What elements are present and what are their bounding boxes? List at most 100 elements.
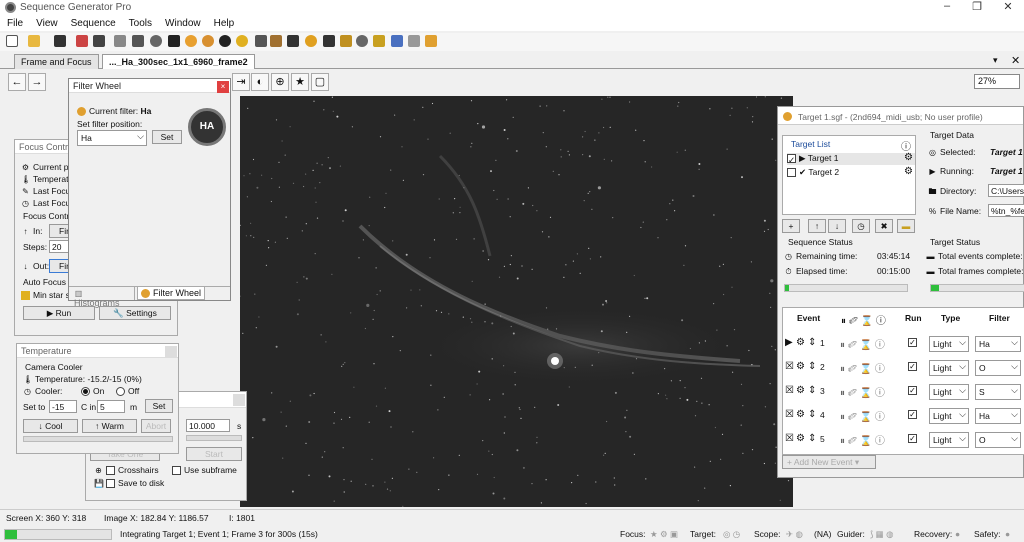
schedule-icon[interactable]: ◷ bbox=[852, 219, 870, 233]
event-row[interactable]: ☒⚙⇕ 3 ⏸ ✐ ⌛ ⓘ ✓ Light S bbox=[782, 381, 1024, 403]
save-icon[interactable] bbox=[54, 35, 66, 47]
crosshairs-checkbox[interactable] bbox=[106, 466, 115, 476]
cooler-off-radio[interactable] bbox=[116, 387, 125, 397]
menu-file[interactable]: File bbox=[0, 16, 29, 29]
gear-icon[interactable] bbox=[236, 35, 248, 47]
event-row[interactable]: ☒⚙⇕ 4 ⏸ ✐ ⌛ ⓘ ✓ Light Ha bbox=[782, 405, 1024, 427]
add-new-event-button[interactable]: + Add New Event ▾ bbox=[782, 455, 876, 469]
move-icon[interactable]: ⇕ bbox=[808, 409, 816, 420]
ramp-minutes-input[interactable]: 5 bbox=[97, 400, 125, 413]
menu-window[interactable]: Window bbox=[158, 16, 207, 29]
target-row[interactable]: ✔ Target 2 ⚙ bbox=[787, 166, 915, 179]
move-icon[interactable]: ⇕ bbox=[808, 361, 816, 372]
cooler-on-option[interactable]: On bbox=[81, 386, 104, 397]
target-list-info-icon[interactable]: ⓘ bbox=[901, 138, 911, 153]
cooler-on-radio[interactable] bbox=[81, 387, 90, 397]
gear-icon[interactable]: ⚙ bbox=[904, 152, 913, 163]
gear-icon[interactable]: ⚙ bbox=[796, 433, 805, 444]
gear-icon[interactable]: ⚙ bbox=[796, 385, 805, 396]
target-row[interactable]: ✓ ▶ Target 1 ⚙ bbox=[787, 152, 915, 165]
frame-view-icon[interactable]: ▢ bbox=[311, 73, 329, 91]
event-option-icons[interactable]: ⏸ ✐ ⌛ ⓘ bbox=[840, 336, 885, 351]
cool-button[interactable]: ↓ Cool bbox=[23, 419, 78, 433]
tab-filter-wheel[interactable]: Filter Wheel bbox=[137, 286, 205, 300]
filename-input[interactable]: %tn_%fe_ bbox=[988, 204, 1024, 217]
dome-icon[interactable] bbox=[287, 35, 299, 47]
gear-icon[interactable]: ⚙ bbox=[796, 409, 805, 420]
sun-icon[interactable] bbox=[185, 35, 197, 47]
forward-icon[interactable]: → bbox=[28, 73, 46, 91]
set-temp-input[interactable]: -15 bbox=[49, 400, 77, 413]
edit-target-icon[interactable]: ▬ bbox=[897, 219, 915, 233]
event-filter-select[interactable]: S bbox=[975, 384, 1021, 400]
event-run-checkbox[interactable]: ✓ bbox=[908, 386, 917, 395]
back-icon[interactable]: ← bbox=[8, 73, 26, 91]
event-filter-select[interactable]: Ha bbox=[975, 408, 1021, 424]
frame-icon[interactable] bbox=[408, 35, 420, 47]
event-option-icons[interactable]: ⏸ ✐ ⌛ ⓘ bbox=[840, 384, 885, 399]
cooler-off-option[interactable]: Off bbox=[116, 386, 139, 397]
gear-icon[interactable]: ⚙ bbox=[904, 166, 913, 177]
event-option-icons[interactable]: ⏸ ✐ ⌛ ⓘ bbox=[840, 432, 885, 447]
open-folder-icon[interactable] bbox=[28, 35, 40, 47]
new-icon[interactable] bbox=[6, 35, 18, 47]
telescope-icon[interactable] bbox=[270, 35, 282, 47]
temperature-close-icon[interactable] bbox=[165, 346, 177, 357]
menu-help[interactable]: Help bbox=[207, 16, 241, 29]
menu-view[interactable]: View bbox=[29, 16, 64, 29]
crosshair-icon[interactable] bbox=[356, 35, 368, 47]
save-disk-checkbox[interactable] bbox=[106, 479, 115, 489]
play-icon[interactable] bbox=[168, 35, 180, 47]
event-run-checkbox[interactable]: ✓ bbox=[908, 362, 917, 371]
warm-button[interactable]: ↑ Warm bbox=[82, 419, 137, 433]
menu-tools[interactable]: Tools bbox=[122, 16, 158, 29]
event-row[interactable]: ☒⚙⇕ 2 ⏸ ✐ ⌛ ⓘ ✓ Light O bbox=[782, 357, 1024, 379]
move-icon[interactable]: ⇕ bbox=[808, 433, 816, 444]
event-run-checkbox[interactable]: ✓ bbox=[908, 434, 917, 443]
event-type-select[interactable]: Light bbox=[929, 360, 969, 376]
temperature-set-button[interactable]: Set bbox=[145, 399, 173, 413]
exposure-input[interactable]: 10.000 bbox=[186, 419, 230, 432]
zoom-select[interactable]: 27% bbox=[974, 74, 1020, 89]
add-target-icon[interactable]: + bbox=[782, 219, 800, 233]
tool-icon[interactable] bbox=[76, 35, 88, 47]
move-icon[interactable]: ⇕ bbox=[808, 385, 816, 396]
menu-sequence[interactable]: Sequence bbox=[64, 16, 122, 29]
maximize-button[interactable]: ❐ bbox=[962, 0, 992, 14]
event-run-checkbox[interactable]: ✓ bbox=[908, 338, 917, 347]
filter-position-select[interactable]: Ha bbox=[77, 130, 147, 146]
event-filter-select[interactable]: O bbox=[975, 360, 1021, 376]
guide-icon[interactable] bbox=[340, 35, 352, 47]
tab-close-icon[interactable]: ✕ bbox=[1011, 54, 1020, 67]
minimize-button[interactable]: – bbox=[932, 0, 962, 14]
event-row[interactable]: ☒⚙⇕ 5 ⏸ ✐ ⌛ ⓘ ✓ Light O bbox=[782, 429, 1024, 451]
event-filter-select[interactable]: O bbox=[975, 432, 1021, 448]
histogram-icon[interactable] bbox=[114, 35, 126, 47]
contrast-icon[interactable]: ◐ bbox=[251, 73, 269, 91]
gear-icon[interactable]: ⚙ bbox=[796, 361, 805, 372]
capture-panel-close-icon[interactable] bbox=[233, 394, 245, 406]
event-option-icons[interactable]: ⏸ ✐ ⌛ ⓘ bbox=[840, 360, 885, 375]
star-icon[interactable]: ★ bbox=[291, 73, 309, 91]
start-button[interactable]: Start bbox=[186, 447, 242, 461]
event-option-icons[interactable]: ⏸ ✐ ⌛ ⓘ bbox=[840, 408, 885, 423]
tab-sequence-image[interactable]: ..._Ha_300sec_1x1_6960_frame2 bbox=[102, 54, 255, 69]
lens-icon[interactable] bbox=[219, 35, 231, 47]
search-icon[interactable] bbox=[150, 35, 162, 47]
filter-wheel-close-icon[interactable]: × bbox=[217, 81, 229, 93]
arrow-in-icon[interactable]: ⇥ bbox=[232, 73, 250, 91]
tab-frame-and-focus[interactable]: Frame and Focus bbox=[14, 54, 99, 69]
check-icon[interactable] bbox=[373, 35, 385, 47]
subframe-checkbox[interactable] bbox=[172, 466, 181, 476]
plugin-icon[interactable] bbox=[425, 35, 437, 47]
clock-icon[interactable] bbox=[305, 35, 317, 47]
abort-button[interactable]: Abort bbox=[141, 419, 171, 433]
event-type-select[interactable]: Light bbox=[929, 432, 969, 448]
event-type-select[interactable]: Light bbox=[929, 336, 969, 352]
focuser-icon[interactable] bbox=[255, 35, 267, 47]
gear-icon[interactable]: ⚙ bbox=[796, 337, 805, 348]
graph-icon[interactable] bbox=[391, 35, 403, 47]
target-icon[interactable] bbox=[202, 35, 214, 47]
crosshair-view-icon[interactable]: ⊕ bbox=[271, 73, 289, 91]
close-button[interactable]: ✕ bbox=[993, 0, 1023, 14]
